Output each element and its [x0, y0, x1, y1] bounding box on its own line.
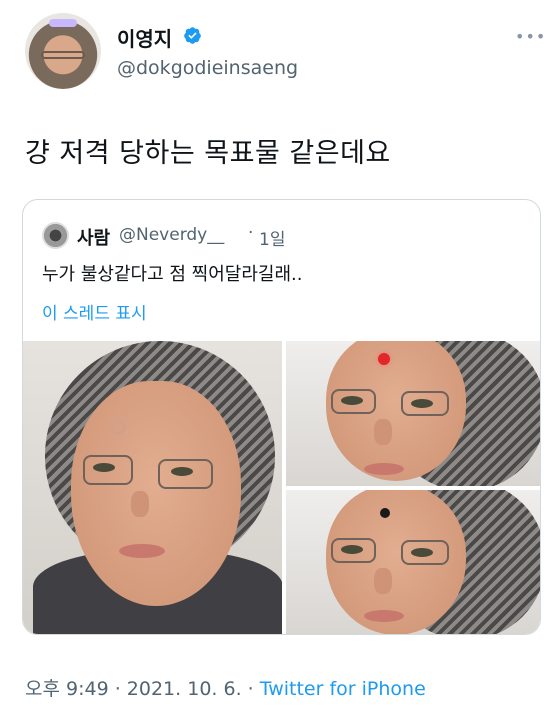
- tweet-date[interactable]: 2021. 10. 6.: [127, 678, 242, 700]
- quoted-tweet-card[interactable]: 사람 @Neverdy__ · 1일 누가 불상같다고 점 찍어달라길래.. 이…: [22, 199, 541, 635]
- nose: [374, 419, 392, 445]
- quoted-author-avatar[interactable]: [42, 222, 69, 249]
- quoted-handle[interactable]: @Neverdy__: [119, 225, 224, 245]
- quoted-timestamp[interactable]: 1일: [259, 225, 285, 250]
- separator-dot: ·: [248, 223, 254, 243]
- photo-left[interactable]: [23, 341, 282, 634]
- lips: [364, 610, 404, 622]
- author-avatar[interactable]: [25, 13, 101, 89]
- photo-top-right[interactable]: [286, 341, 540, 486]
- quoted-text: 누가 불상같다고 점 찍어달라길래..: [42, 264, 303, 285]
- glasses-lens-left: [331, 389, 376, 414]
- author-display-name[interactable]: 이영지: [117, 23, 172, 52]
- show-thread-link[interactable]: 이 스레드 표시: [42, 299, 147, 324]
- nose: [374, 568, 392, 594]
- glasses-lens-left: [331, 538, 376, 563]
- forehead-mark: [110, 419, 126, 435]
- glasses-lens-right: [158, 459, 213, 489]
- separator-dot: ·: [241, 678, 260, 700]
- nose: [131, 491, 149, 517]
- tweet-source-link[interactable]: Twitter for iPhone: [260, 678, 426, 700]
- glasses-lens-right: [401, 540, 449, 565]
- tweet-metadata: 오후 9:49 · 2021. 10. 6. · Twitter for iPh…: [25, 674, 426, 701]
- lips: [364, 463, 404, 475]
- quoted-display-name[interactable]: 사람: [77, 224, 110, 250]
- glasses: [41, 51, 85, 59]
- media-grid: [23, 341, 540, 634]
- author-handle[interactable]: @dokgodieinsaeng: [117, 57, 298, 79]
- photo-bottom-right[interactable]: [286, 490, 540, 634]
- tweet-text: 걍 저격 당하는 목표물 같은데요: [25, 138, 391, 169]
- lips: [119, 544, 165, 558]
- bindi-red-dot: [378, 353, 390, 365]
- separator-dot: ·: [108, 678, 127, 700]
- hair-clip: [49, 19, 77, 27]
- tweet-time[interactable]: 오후 9:49: [25, 678, 109, 700]
- more-options-icon[interactable]: •••: [515, 27, 546, 46]
- verified-badge-icon: [184, 27, 201, 44]
- glasses-lens-left: [83, 455, 133, 485]
- face: [71, 381, 241, 606]
- glasses-lens-right: [401, 391, 449, 416]
- bindi-black-dot: [380, 508, 390, 518]
